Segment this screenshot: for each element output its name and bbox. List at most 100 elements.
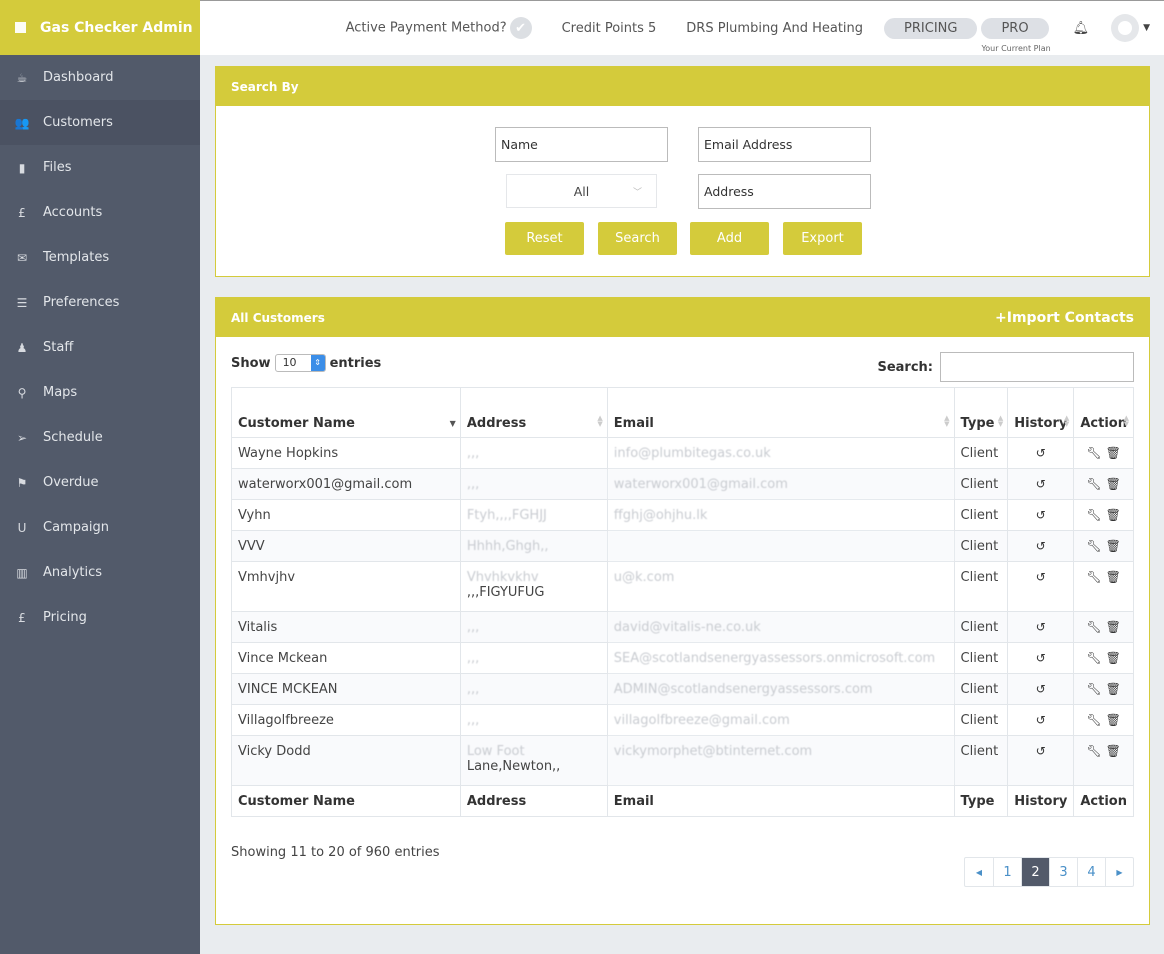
file-icon: ▮	[18, 160, 26, 175]
wrench-icon[interactable]: 🔧︎	[1086, 620, 1101, 634]
table-row[interactable]: Vicky Dodd Low Foot Lane,Newton,, vickymorp…	[231, 735, 1134, 786]
brand[interactable]: Gas Checker Admin	[0, 0, 200, 55]
sidebar-item-accounts[interactable]: £ Accounts	[0, 190, 200, 235]
wrench-icon[interactable]: 🔧︎	[1086, 508, 1101, 522]
trash-icon[interactable]: 🗑︎	[1106, 508, 1121, 522]
column-header-action[interactable]: Action ▲ ▼	[1073, 387, 1134, 438]
sidebar-item-schedule[interactable]: ➢ Schedule	[0, 415, 200, 460]
previous-page-button[interactable]: ◀	[965, 858, 993, 886]
history-icon[interactable]: ↺	[1036, 651, 1046, 665]
customers-panel-title: All Customers	[231, 310, 325, 325]
table-row[interactable]: Vyhn Ftyh,,,,FGHJJ ffghj@ohjhu.lk Client ↺ 🔧︎…	[231, 499, 1134, 531]
wrench-icon[interactable]: 🔧︎	[1086, 651, 1101, 665]
history-icon[interactable]: ↺	[1036, 744, 1046, 758]
caret-down-icon[interactable]: ▼	[1143, 23, 1150, 33]
wrench-icon[interactable]: 🔧︎	[1086, 744, 1101, 758]
sidebar-nav: ☕ Dashboard 👥 Customers ▮ Files £ Accounts ✉ Temp…	[0, 55, 200, 640]
trash-icon[interactable]: 🗑︎	[1106, 477, 1121, 491]
column-header-address[interactable]: Address ▲ ▼	[459, 387, 608, 438]
search-button[interactable]: Search	[598, 222, 677, 255]
wrench-icon[interactable]: 🔧︎	[1086, 682, 1101, 696]
sidebar-item-customers[interactable]: 👥 Customers	[0, 100, 200, 145]
sidebar-item-analytics[interactable]: ▥ Analytics	[0, 550, 200, 595]
pricing-button[interactable]: PRICING	[884, 17, 978, 39]
reset-button[interactable]: Reset	[505, 222, 584, 255]
next-page-button[interactable]: ▶	[1105, 858, 1133, 886]
wrench-icon[interactable]: 🔧︎	[1086, 539, 1101, 553]
trash-icon[interactable]: 🗑︎	[1106, 620, 1121, 634]
sidebar-item-templates[interactable]: ✉ Templates	[0, 235, 200, 280]
history-icon[interactable]: ↺	[1036, 539, 1046, 553]
wrench-icon[interactable]: 🔧︎	[1086, 446, 1101, 460]
history-icon[interactable]: ↺	[1036, 570, 1046, 584]
plan-button[interactable]: PRO	[981, 17, 1049, 39]
import-contacts-link[interactable]: +Import Contacts	[995, 310, 1134, 326]
customer-address: Low Foot Lane,Newton,,	[459, 735, 608, 786]
pagination: ◀ 1 2 3 4 ▶	[964, 857, 1134, 887]
history-icon[interactable]: ↺	[1036, 682, 1046, 696]
page-length-select[interactable]: 10 ⇕	[274, 354, 326, 372]
trash-icon[interactable]: 🗑︎	[1106, 713, 1121, 727]
history-icon[interactable]: ↺	[1036, 508, 1046, 522]
trash-icon[interactable]: 🗑︎	[1106, 651, 1121, 665]
table-row[interactable]: Villagolfbreeze,,, villagolfbreeze@gmail.…	[231, 704, 1134, 736]
address-line-1: Ftyh,,,,FGHJJ	[466, 508, 547, 523]
spinner-icon[interactable]: ⇕	[310, 355, 325, 371]
trash-icon[interactable]: 🗑︎	[1106, 539, 1121, 553]
wrench-icon[interactable]: 🔧︎	[1086, 570, 1101, 584]
customer-type: Client	[953, 561, 1009, 612]
sidebar-item-pricing[interactable]: £ Pricing	[0, 595, 200, 640]
customer-type: Client	[953, 530, 1009, 562]
sidebar-item-dashboard[interactable]: ☕ Dashboard	[0, 55, 200, 100]
trash-icon[interactable]: 🗑︎	[1106, 446, 1121, 460]
envelope-icon: ✉	[16, 250, 28, 265]
sidebar-item-maps[interactable]: ⚲ Maps	[0, 370, 200, 415]
table-row[interactable]: Wayne Hopkins,,, info@plumbitegas.co.uk Cl…	[231, 437, 1134, 469]
history-icon[interactable]: ↺	[1036, 446, 1046, 460]
table-search-input[interactable]	[940, 352, 1134, 382]
address-line-1: Low Foot	[466, 744, 525, 759]
bell-icon[interactable]: 🔔︎	[1073, 21, 1090, 36]
add-button[interactable]: Add	[690, 222, 769, 255]
table-row[interactable]: waterworx001@gmail.com,,, waterworx001@gm…	[231, 468, 1134, 500]
page-button-2[interactable]: 2	[1021, 858, 1049, 886]
column-header-email[interactable]: Email ▲ ▼	[606, 387, 955, 438]
page-button-1[interactable]: 1	[993, 858, 1021, 886]
customer-email: vickymorphet@btinternet.com	[606, 735, 955, 786]
sidebar-item-preferences[interactable]: ☰ Preferences	[0, 280, 200, 325]
customer-name: Villagolfbreeze	[231, 704, 461, 736]
column-header-type[interactable]: Type ▲ ▼	[953, 387, 1009, 438]
page-button-4[interactable]: 4	[1077, 858, 1105, 886]
table-row[interactable]: Vitalis,,, david@vitalis-ne.co.uk Client ↺ 🔧…	[231, 611, 1134, 643]
table-row[interactable]: Vince Mckean,,, SEA@scotlandsenergyassess…	[231, 642, 1134, 674]
history-icon[interactable]: ↺	[1036, 477, 1046, 491]
wrench-icon[interactable]: 🔧︎	[1086, 713, 1101, 727]
table-row[interactable]: VINCE MCKEAN,,, ADMIN@scotlandsenergyasse…	[231, 673, 1134, 705]
email-field[interactable]: Email Address	[698, 127, 871, 162]
history-icon[interactable]: ↺	[1036, 713, 1046, 727]
history-icon[interactable]: ↺	[1036, 620, 1046, 634]
history-cell: ↺	[1007, 499, 1075, 531]
sidebar-item-files[interactable]: ▮ Files	[0, 145, 200, 190]
customer-email	[606, 530, 955, 562]
trash-icon[interactable]: 🗑︎	[1106, 744, 1121, 758]
address-field[interactable]: Address	[698, 174, 871, 209]
name-field[interactable]: Name	[495, 127, 668, 162]
table-row[interactable]: Vmhvjhv Vhvhkvkhv ,,,FIGYUFUG u@k.com Client…	[231, 561, 1134, 612]
sidebar-item-staff[interactable]: ♟ Staff	[0, 325, 200, 370]
avatar[interactable]	[1111, 14, 1140, 42]
column-header-history[interactable]: History ▲ ▼	[1007, 387, 1075, 438]
sidebar-item-overdue[interactable]: ⚑ Overdue	[0, 460, 200, 505]
customer-email: waterworx001@gmail.com	[606, 468, 955, 500]
export-button[interactable]: Export	[783, 222, 862, 255]
male-icon: ♟	[16, 340, 28, 355]
trash-icon[interactable]: 🗑︎	[1106, 570, 1121, 584]
page-button-3[interactable]: 3	[1049, 858, 1077, 886]
table-row[interactable]: VVV Hhhh,Ghgh,, Client ↺ 🔧︎ 🗑︎	[231, 530, 1134, 562]
trash-icon[interactable]: 🗑︎	[1106, 682, 1121, 696]
sidebar-item-campaign[interactable]: U Campaign	[0, 505, 200, 550]
column-header-customer-name[interactable]: Customer Name ▼	[231, 387, 461, 438]
wrench-icon[interactable]: 🔧︎	[1086, 477, 1101, 491]
address-line-2: Lane,Newton,,	[466, 759, 561, 774]
type-select[interactable]: All ﹀	[506, 174, 657, 208]
